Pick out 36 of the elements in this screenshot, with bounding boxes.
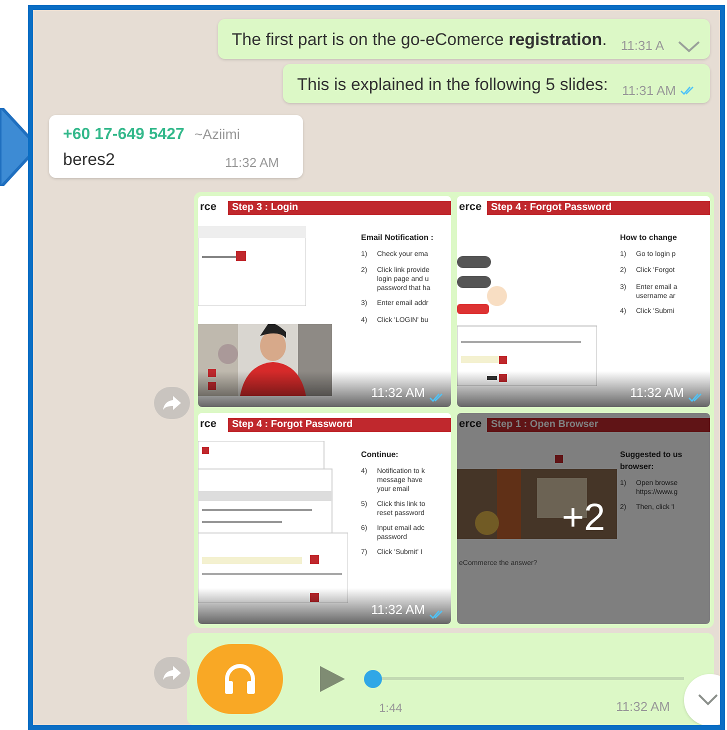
slide-brand: rce [199, 200, 218, 216]
slide-brand: rce [199, 417, 218, 432]
forward-button[interactable] [154, 386, 190, 418]
more-count: +2 [562, 496, 606, 540]
slide-heading: browser: [620, 460, 655, 472]
slide-title: Step 4 : Forgot Password [228, 418, 451, 432]
slide-title: Step 4 : Forgot Password [487, 200, 710, 214]
sender-name: ~Aziimi [194, 125, 240, 144]
play-icon [318, 664, 346, 692]
headphones-icon [223, 662, 257, 694]
audio-duration: 1:44 [379, 700, 402, 716]
chevron-down-icon [698, 694, 718, 706]
message-time: 11:32 AM [225, 154, 280, 172]
slide-heading: Email Notification : [361, 232, 434, 244]
message-time: 11:31 A [620, 37, 664, 55]
forward-icon [162, 666, 182, 680]
message-time: 11:32 AM [371, 601, 425, 619]
message-time: 11:31 AM [622, 82, 676, 100]
message-time: 11:32 AM [616, 698, 670, 716]
forward-icon [162, 396, 182, 410]
slide-heading: How to change [620, 232, 678, 244]
slide-title: Step 1 : Open Browser [487, 418, 710, 432]
slide-heading: Suggested to us [620, 448, 684, 460]
slide-heading: Continue: [361, 448, 400, 460]
message-text: The first part is on the go-eComerce registration. [232, 29, 607, 51]
progress-thumb[interactable] [364, 670, 382, 688]
forward-button[interactable] [154, 656, 190, 688]
message-text: beres2 [63, 149, 115, 171]
slide-title: Step 3 : Login [228, 200, 451, 214]
sender-phone: +60 17-649 5427 [63, 125, 184, 145]
message-time: 11:32 AM [371, 384, 425, 402]
message-text: This is explained in the following 5 slides: [297, 74, 608, 96]
message-time: 11:32 AM [630, 384, 684, 402]
slide-brand: erce [458, 417, 483, 432]
chevron-down-icon[interactable] [678, 40, 700, 52]
slide-brand: erce [458, 200, 483, 216]
